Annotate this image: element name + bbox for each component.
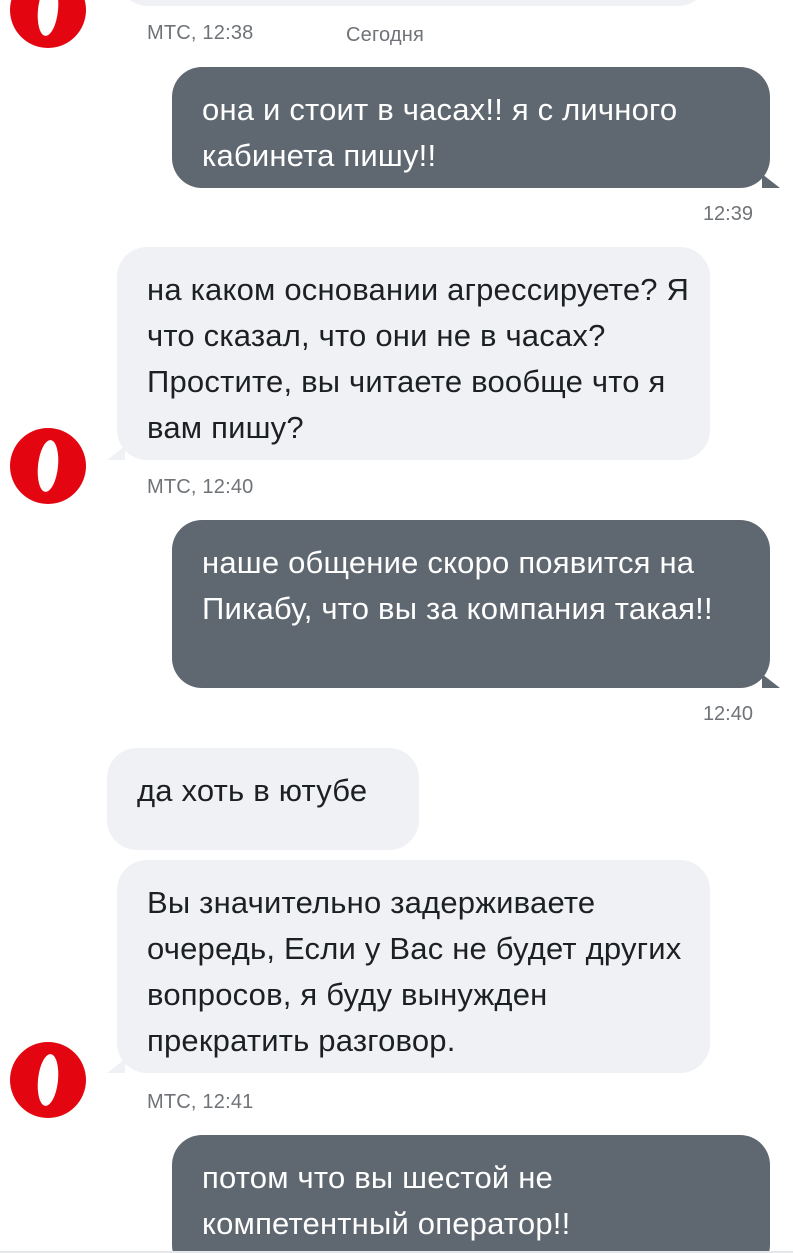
outgoing-message[interactable]: наше общение скоро появится на Пикабу, ч… <box>172 520 780 688</box>
incoming-message[interactable]: да хоть в ютубе <box>107 748 419 850</box>
sender-time-label: МТС, 12:40 <box>147 476 254 498</box>
message-text: потом что вы шестой не компетентный опер… <box>202 1160 571 1241</box>
sender-time-label: МТС, 12:41 <box>147 1091 254 1113</box>
message-text: наше общение скоро появится на Пикабу, ч… <box>202 545 713 626</box>
incoming-message[interactable]: Вы значительно задерживаете очередь, Есл… <box>107 860 710 1073</box>
mts-logo-avatar <box>10 0 86 48</box>
message-text: Вы значительно задерживаете очередь, Есл… <box>147 885 682 1058</box>
mts-logo-avatar <box>10 428 86 504</box>
message-text: на каком основании агрессируете? Я что с… <box>147 272 690 445</box>
date-separator: Сегодня <box>346 24 425 46</box>
mts-logo-icon <box>35 1053 61 1107</box>
mts-logo-icon <box>35 0 61 37</box>
message-text: она и стоит в часах!! я с личного кабине… <box>202 92 678 173</box>
message-time: 12:39 <box>702 203 753 225</box>
outgoing-message[interactable]: потом что вы шестой не компетентный опер… <box>172 1135 770 1253</box>
chat-thread[interactable]: МТС, 12:38 Сегодня она и стоит в часах!!… <box>0 0 793 1253</box>
mts-logo-icon <box>35 439 61 493</box>
message-time: 12:40 <box>702 703 753 725</box>
outgoing-message[interactable]: она и стоит в часах!! я с личного кабине… <box>172 67 780 188</box>
mts-logo-avatar <box>10 1042 86 1118</box>
incoming-message[interactable]: на каком основании агрессируете? Я что с… <box>107 247 710 460</box>
sender-time-label: МТС, 12:38 <box>147 22 254 44</box>
previous-message-bubble-edge <box>118 0 708 6</box>
message-text: да хоть в ютубе <box>137 773 368 808</box>
